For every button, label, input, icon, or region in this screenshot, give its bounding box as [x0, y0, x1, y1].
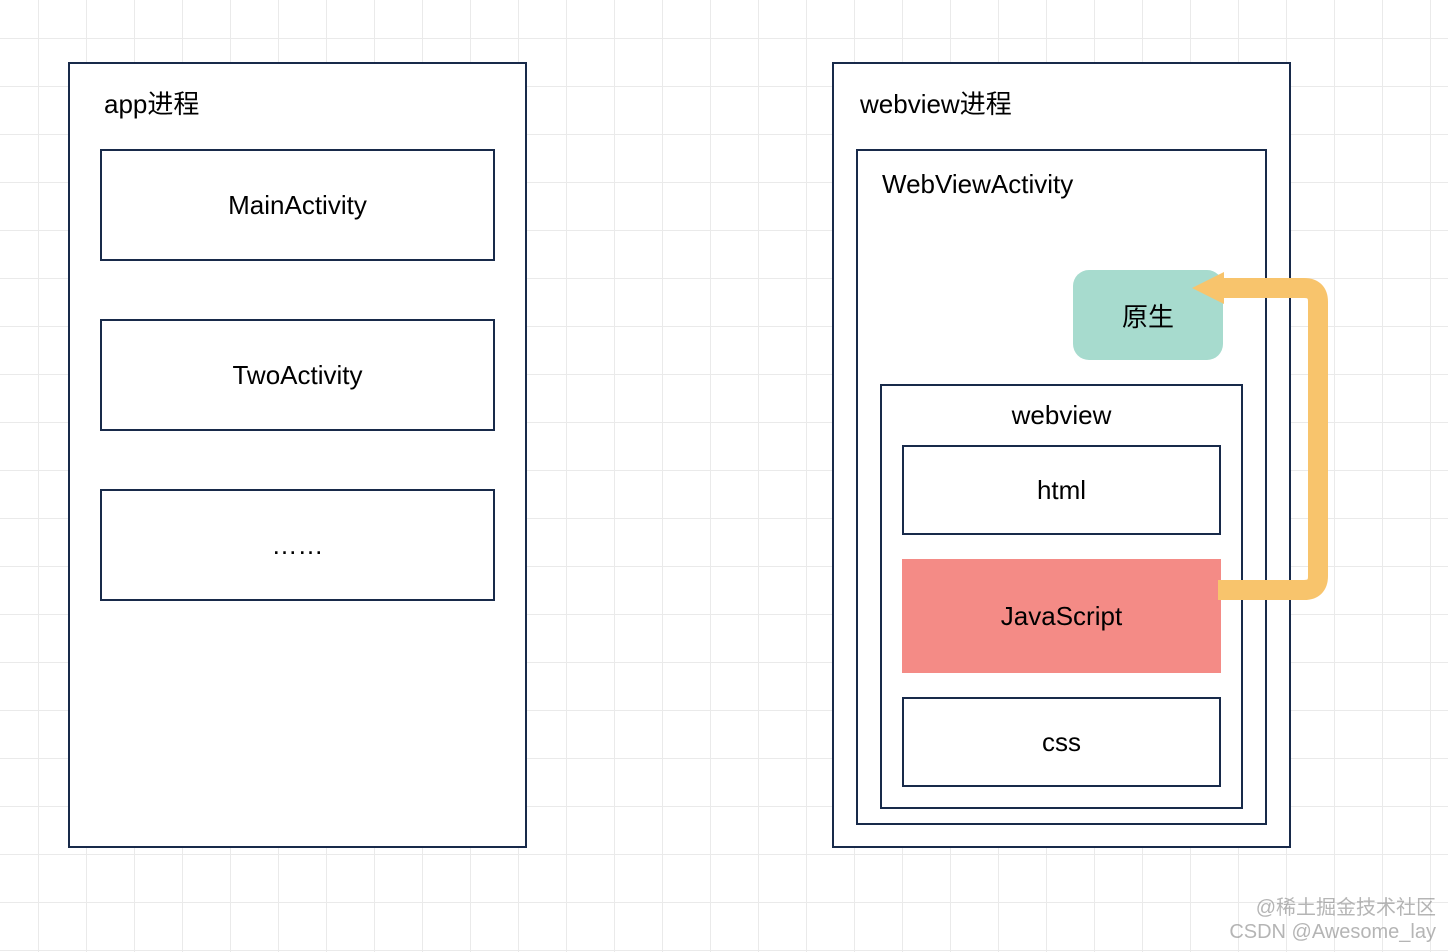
webview-process-container: webview进程 WebViewActivity 原生 webview htm…	[832, 62, 1291, 848]
javascript-box: JavaScript	[902, 559, 1221, 673]
more-activity-box: ……	[100, 489, 495, 601]
two-activity-box: TwoActivity	[100, 319, 495, 431]
app-process-title: app进程	[104, 84, 495, 121]
webview-process-title: webview进程	[860, 84, 1267, 121]
webview-activity-container: WebViewActivity 原生 webview html JavaScri…	[856, 149, 1267, 825]
webview-inner-title: webview	[902, 400, 1221, 431]
html-box: html	[902, 445, 1221, 535]
native-box: 原生	[1073, 270, 1223, 360]
watermark-line2: CSDN @Awesome_lay	[1229, 921, 1436, 944]
webview-inner-container: webview html JavaScript css	[880, 384, 1243, 809]
webview-activity-title: WebViewActivity	[882, 169, 1243, 200]
main-activity-label: MainActivity	[228, 190, 367, 221]
app-process-container: app进程 MainActivity TwoActivity ……	[68, 62, 527, 848]
main-activity-box: MainActivity	[100, 149, 495, 261]
javascript-label: JavaScript	[1001, 601, 1122, 632]
two-activity-label: TwoActivity	[232, 360, 362, 391]
css-label: css	[1042, 727, 1081, 758]
watermark-line1: @稀土掘金技术社区	[1256, 891, 1436, 920]
css-box: css	[902, 697, 1221, 787]
native-label: 原生	[1122, 297, 1174, 334]
html-label: html	[1037, 475, 1086, 506]
more-activity-label: ……	[272, 530, 324, 561]
